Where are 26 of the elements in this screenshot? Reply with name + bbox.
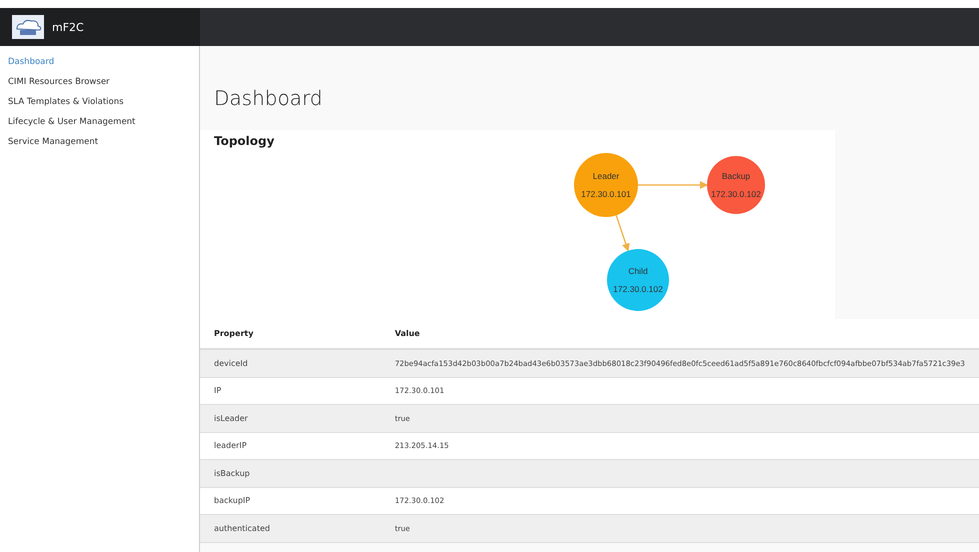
app-title: mF2C <box>52 20 84 34</box>
node-label: Backup <box>722 171 750 181</box>
node-ip: 172.30.0.101 <box>581 189 631 199</box>
table-cell: authenticated <box>214 524 270 533</box>
node-ip: 172.30.0.102 <box>711 189 761 199</box>
sidebar-item[interactable]: Lifecycle & User Management <box>0 112 199 132</box>
sidebar-item[interactable]: Service Management <box>0 132 199 152</box>
page-title: Dashboard <box>214 86 323 110</box>
node-label: Leader <box>592 171 620 181</box>
section-title: Topology <box>214 134 274 148</box>
table-cell: leaderIP <box>214 441 247 450</box>
table-cell: IP <box>214 386 222 396</box>
connector-arrow <box>616 215 630 252</box>
column-header: Value <box>394 319 979 349</box>
sidebar-item[interactable]: Dashboard <box>0 52 199 72</box>
table-cell: deviceId <box>214 358 248 368</box>
table-cell: isBackup <box>214 468 250 478</box>
table-cell: backupIP <box>214 496 250 506</box>
cloud-logo-icon <box>12 15 44 39</box>
sidebar-item[interactable]: SLA Templates & Violations <box>0 92 199 112</box>
column-header: Property <box>200 319 395 349</box>
node-ip: 172.30.0.102 <box>613 284 663 294</box>
node-label: Child <box>628 266 648 276</box>
table-cell: isLeader <box>214 414 248 423</box>
connector-arrow <box>638 181 708 189</box>
sidebar-item[interactable]: CIMI Resources Browser <box>0 72 199 92</box>
